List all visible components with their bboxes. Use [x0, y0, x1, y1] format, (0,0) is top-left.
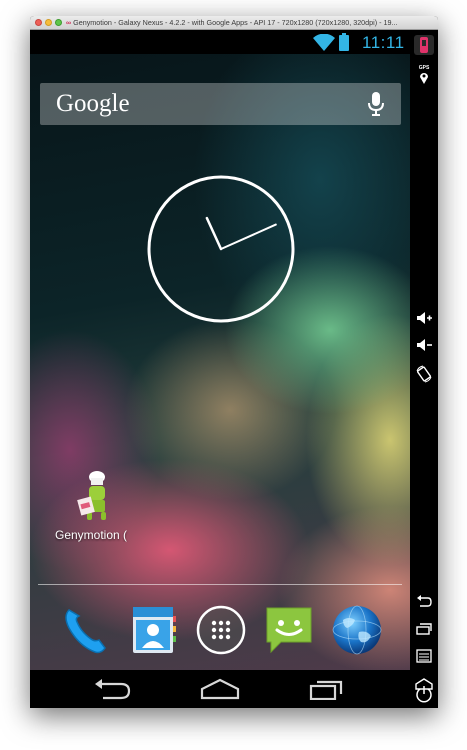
messaging-icon[interactable]: [263, 604, 315, 656]
google-search-bar[interactable]: Google: [40, 83, 401, 125]
rotate-icon[interactable]: [415, 365, 433, 383]
app-label-genymotion[interactable]: Genymotion (: [55, 528, 135, 542]
status-bar[interactable]: 11:11: [30, 30, 410, 54]
battery-icon: [339, 33, 349, 51]
emulator-window: ∞ Genymotion - Galaxy Nexus - 4.2.2 - wit…: [30, 16, 438, 708]
android-screen[interactable]: 11:11 Google Genymotion (: [30, 30, 410, 708]
phone-icon[interactable]: [59, 604, 111, 656]
menu-icon[interactable]: [415, 647, 433, 665]
window-title-text: Genymotion - Galaxy Nexus - 4.2.2 - with…: [73, 18, 398, 27]
genymotion-logo-icon: ∞: [66, 18, 72, 27]
window-titlebar[interactable]: ∞ Genymotion - Galaxy Nexus - 4.2.2 - wit…: [30, 16, 438, 30]
dock-divider: [38, 584, 402, 585]
analog-clock-widget[interactable]: [146, 174, 296, 324]
clock-minute-hand: [220, 223, 277, 250]
clock-hour-hand: [205, 216, 223, 251]
close-window-button[interactable]: [35, 19, 42, 26]
microphone-icon[interactable]: [367, 91, 385, 117]
power-icon[interactable]: [415, 685, 433, 703]
genymotion-toolbar: GPS: [410, 30, 438, 708]
genymotion-app-icon[interactable]: [77, 470, 113, 524]
app-drawer-icon[interactable]: [195, 604, 247, 656]
google-logo: Google: [56, 90, 130, 117]
wifi-icon: [313, 34, 335, 51]
home-icon[interactable]: [200, 678, 240, 700]
recent-apps-icon[interactable]: [415, 620, 433, 638]
maximize-window-button[interactable]: [55, 19, 62, 26]
contacts-icon[interactable]: [127, 604, 179, 656]
volume-up-icon[interactable]: [415, 309, 433, 327]
back-icon[interactable]: [415, 593, 433, 611]
minimize-window-button[interactable]: [45, 19, 52, 26]
recent-apps-icon[interactable]: [307, 678, 347, 700]
wallpaper: [30, 30, 410, 680]
back-icon[interactable]: [93, 678, 133, 700]
genymotion-logo-icon: [414, 35, 434, 55]
volume-down-icon[interactable]: [415, 336, 433, 354]
window-title: ∞ Genymotion - Galaxy Nexus - 4.2.2 - wit…: [66, 18, 434, 27]
browser-globe-icon[interactable]: [331, 604, 383, 656]
android-navigation-bar: [30, 670, 410, 708]
status-time: 11:11: [362, 33, 405, 52]
location-pin-icon[interactable]: [417, 71, 431, 85]
